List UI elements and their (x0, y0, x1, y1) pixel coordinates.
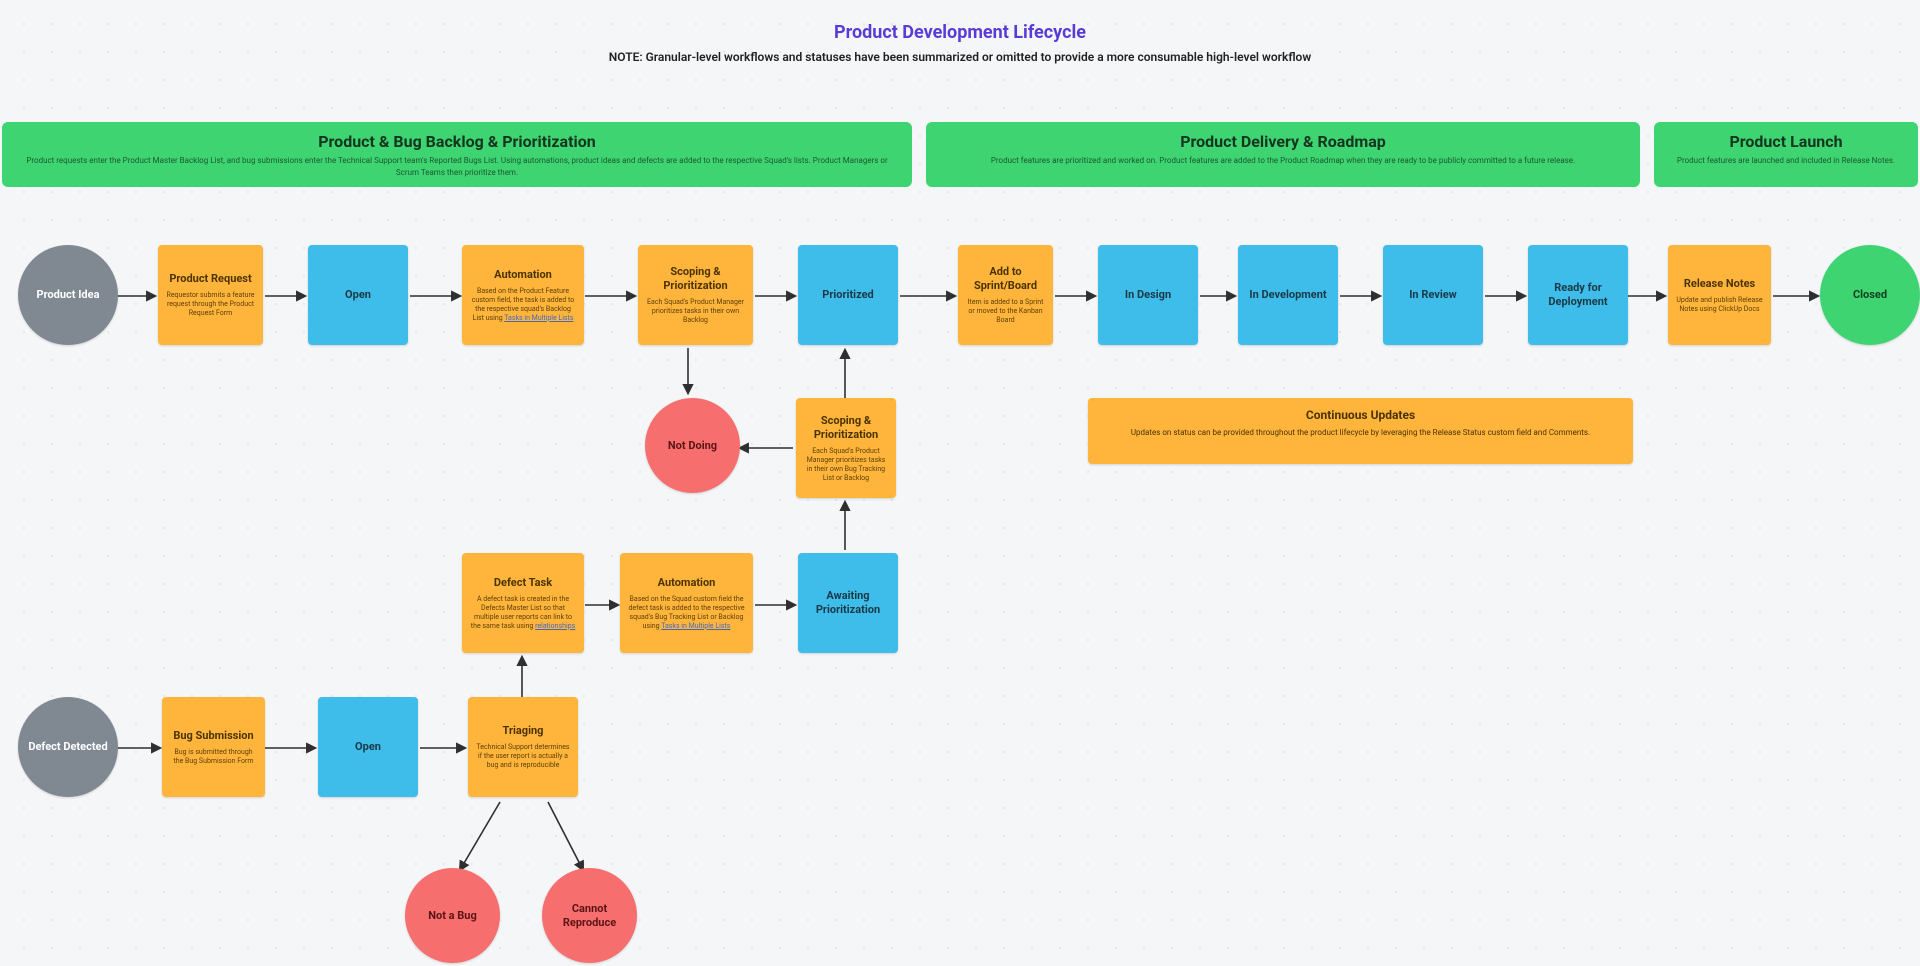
node-prioritized[interactable]: Prioritized (798, 245, 898, 345)
node-title: In Design (1125, 288, 1171, 302)
node-title: Scoping & Prioritization (804, 414, 888, 442)
node-desc: Updates on status can be provided throug… (1088, 422, 1633, 447)
node-title: In Development (1249, 288, 1326, 302)
node-in-review[interactable]: In Review (1383, 245, 1483, 345)
diagram-canvas: Product Development Lifecycle NOTE: Gran… (0, 0, 1920, 966)
node-title: Product Request (169, 272, 251, 286)
node-defect-detected[interactable]: Defect Detected (18, 697, 118, 797)
node-title: Automation (658, 576, 716, 590)
lane-title: Product & Bug Backlog & Prioritization (2, 122, 912, 151)
node-title: Open (355, 740, 381, 754)
node-desc: Based on the Squad custom field the defe… (628, 595, 745, 631)
node-title: Scoping & Prioritization (646, 265, 745, 293)
node-ready-for-deployment[interactable]: Ready for Deployment (1528, 245, 1628, 345)
node-title: Ready for Deployment (1536, 281, 1620, 309)
node-title: Awaiting Prioritization (806, 589, 890, 617)
node-defect-task[interactable]: Defect Task A defect task is created in … (462, 553, 584, 653)
lane-delivery: Product Delivery & Roadmap Product featu… (926, 122, 1640, 187)
node-title: Defect Task (494, 576, 552, 590)
lane-desc: Product features are prioritized and wor… (926, 151, 1640, 177)
node-desc: Requestor submits a feature request thro… (166, 291, 255, 318)
node-closed[interactable]: Closed (1820, 245, 1920, 345)
node-title: Cannot Reproduce (550, 902, 629, 930)
node-title: Product Idea (37, 288, 100, 302)
node-continuous-updates[interactable]: Continuous Updates Updates on status can… (1088, 398, 1633, 464)
lane-title: Product Launch (1654, 122, 1918, 151)
lane-launch: Product Launch Product features are laun… (1654, 122, 1918, 187)
node-title: Continuous Updates (1088, 398, 1633, 422)
lane-desc: Product features are launched and includ… (1654, 151, 1918, 177)
node-title: Prioritized (822, 288, 873, 302)
node-title: Triaging (503, 724, 544, 738)
node-title: Not a Bug (428, 909, 477, 923)
node-title: In Review (1409, 288, 1457, 302)
node-cannot-reproduce[interactable]: Cannot Reproduce (542, 868, 637, 963)
node-title: Bug Submission (173, 729, 253, 743)
node-desc: Each Squad's Product Manager prioritizes… (804, 447, 888, 483)
link-tasks-multiple-lists-2[interactable]: Tasks in Multiple Lists (661, 622, 730, 630)
node-product-request[interactable]: Product Request Requestor submits a feat… (158, 245, 263, 345)
node-title: Release Notes (1684, 277, 1755, 291)
node-desc: Item is added to a Sprint or moved to th… (966, 298, 1045, 325)
node-scoping-2[interactable]: Scoping & Prioritization Each Squad's Pr… (796, 398, 896, 498)
node-triaging[interactable]: Triaging Technical Support determines if… (468, 697, 578, 797)
lane-backlog: Product & Bug Backlog & Prioritization P… (2, 122, 912, 187)
node-open-1[interactable]: Open (308, 245, 408, 345)
node-scoping-1[interactable]: Scoping & Prioritization Each Squad's Pr… (638, 245, 753, 345)
node-awaiting-prioritization[interactable]: Awaiting Prioritization (798, 553, 898, 653)
diagram-subtitle: NOTE: Granular-level workflows and statu… (0, 50, 1920, 64)
diagram-title: Product Development Lifecycle (0, 22, 1920, 43)
lane-title: Product Delivery & Roadmap (926, 122, 1640, 151)
node-product-idea[interactable]: Product Idea (18, 245, 118, 345)
node-desc: Based on the Product Feature custom fiel… (470, 287, 576, 323)
node-title: Automation (494, 268, 552, 282)
lane-desc: Product requests enter the Product Maste… (2, 151, 912, 189)
node-title: Open (345, 288, 371, 302)
node-in-development[interactable]: In Development (1238, 245, 1338, 345)
node-title: Not Doing (668, 439, 717, 453)
link-tasks-multiple-lists[interactable]: Tasks in Multiple Lists (504, 314, 573, 322)
node-not-doing[interactable]: Not Doing (645, 398, 740, 493)
node-release-notes[interactable]: Release Notes Update and publish Release… (1668, 245, 1771, 345)
node-in-design[interactable]: In Design (1098, 245, 1198, 345)
node-desc: Bug is submitted through the Bug Submiss… (170, 748, 257, 766)
node-open-2[interactable]: Open (318, 697, 418, 797)
node-bug-submission[interactable]: Bug Submission Bug is submitted through … (162, 697, 265, 797)
node-desc: Update and publish Release Notes using C… (1676, 296, 1763, 314)
node-desc: Technical Support determines if the user… (476, 743, 570, 770)
node-automation-1[interactable]: Automation Based on the Product Feature … (462, 245, 584, 345)
node-title: Closed (1853, 288, 1887, 302)
node-not-a-bug[interactable]: Not a Bug (405, 868, 500, 963)
node-desc: Each Squad's Product Manager prioritizes… (646, 298, 745, 325)
node-title: Defect Detected (28, 740, 107, 754)
node-title: Add to Sprint/Board (966, 265, 1045, 293)
node-automation-2[interactable]: Automation Based on the Squad custom fie… (620, 553, 753, 653)
node-add-sprint[interactable]: Add to Sprint/Board Item is added to a S… (958, 245, 1053, 345)
node-desc: A defect task is created in the Defects … (470, 595, 576, 631)
link-relationships[interactable]: relationships (535, 622, 575, 630)
